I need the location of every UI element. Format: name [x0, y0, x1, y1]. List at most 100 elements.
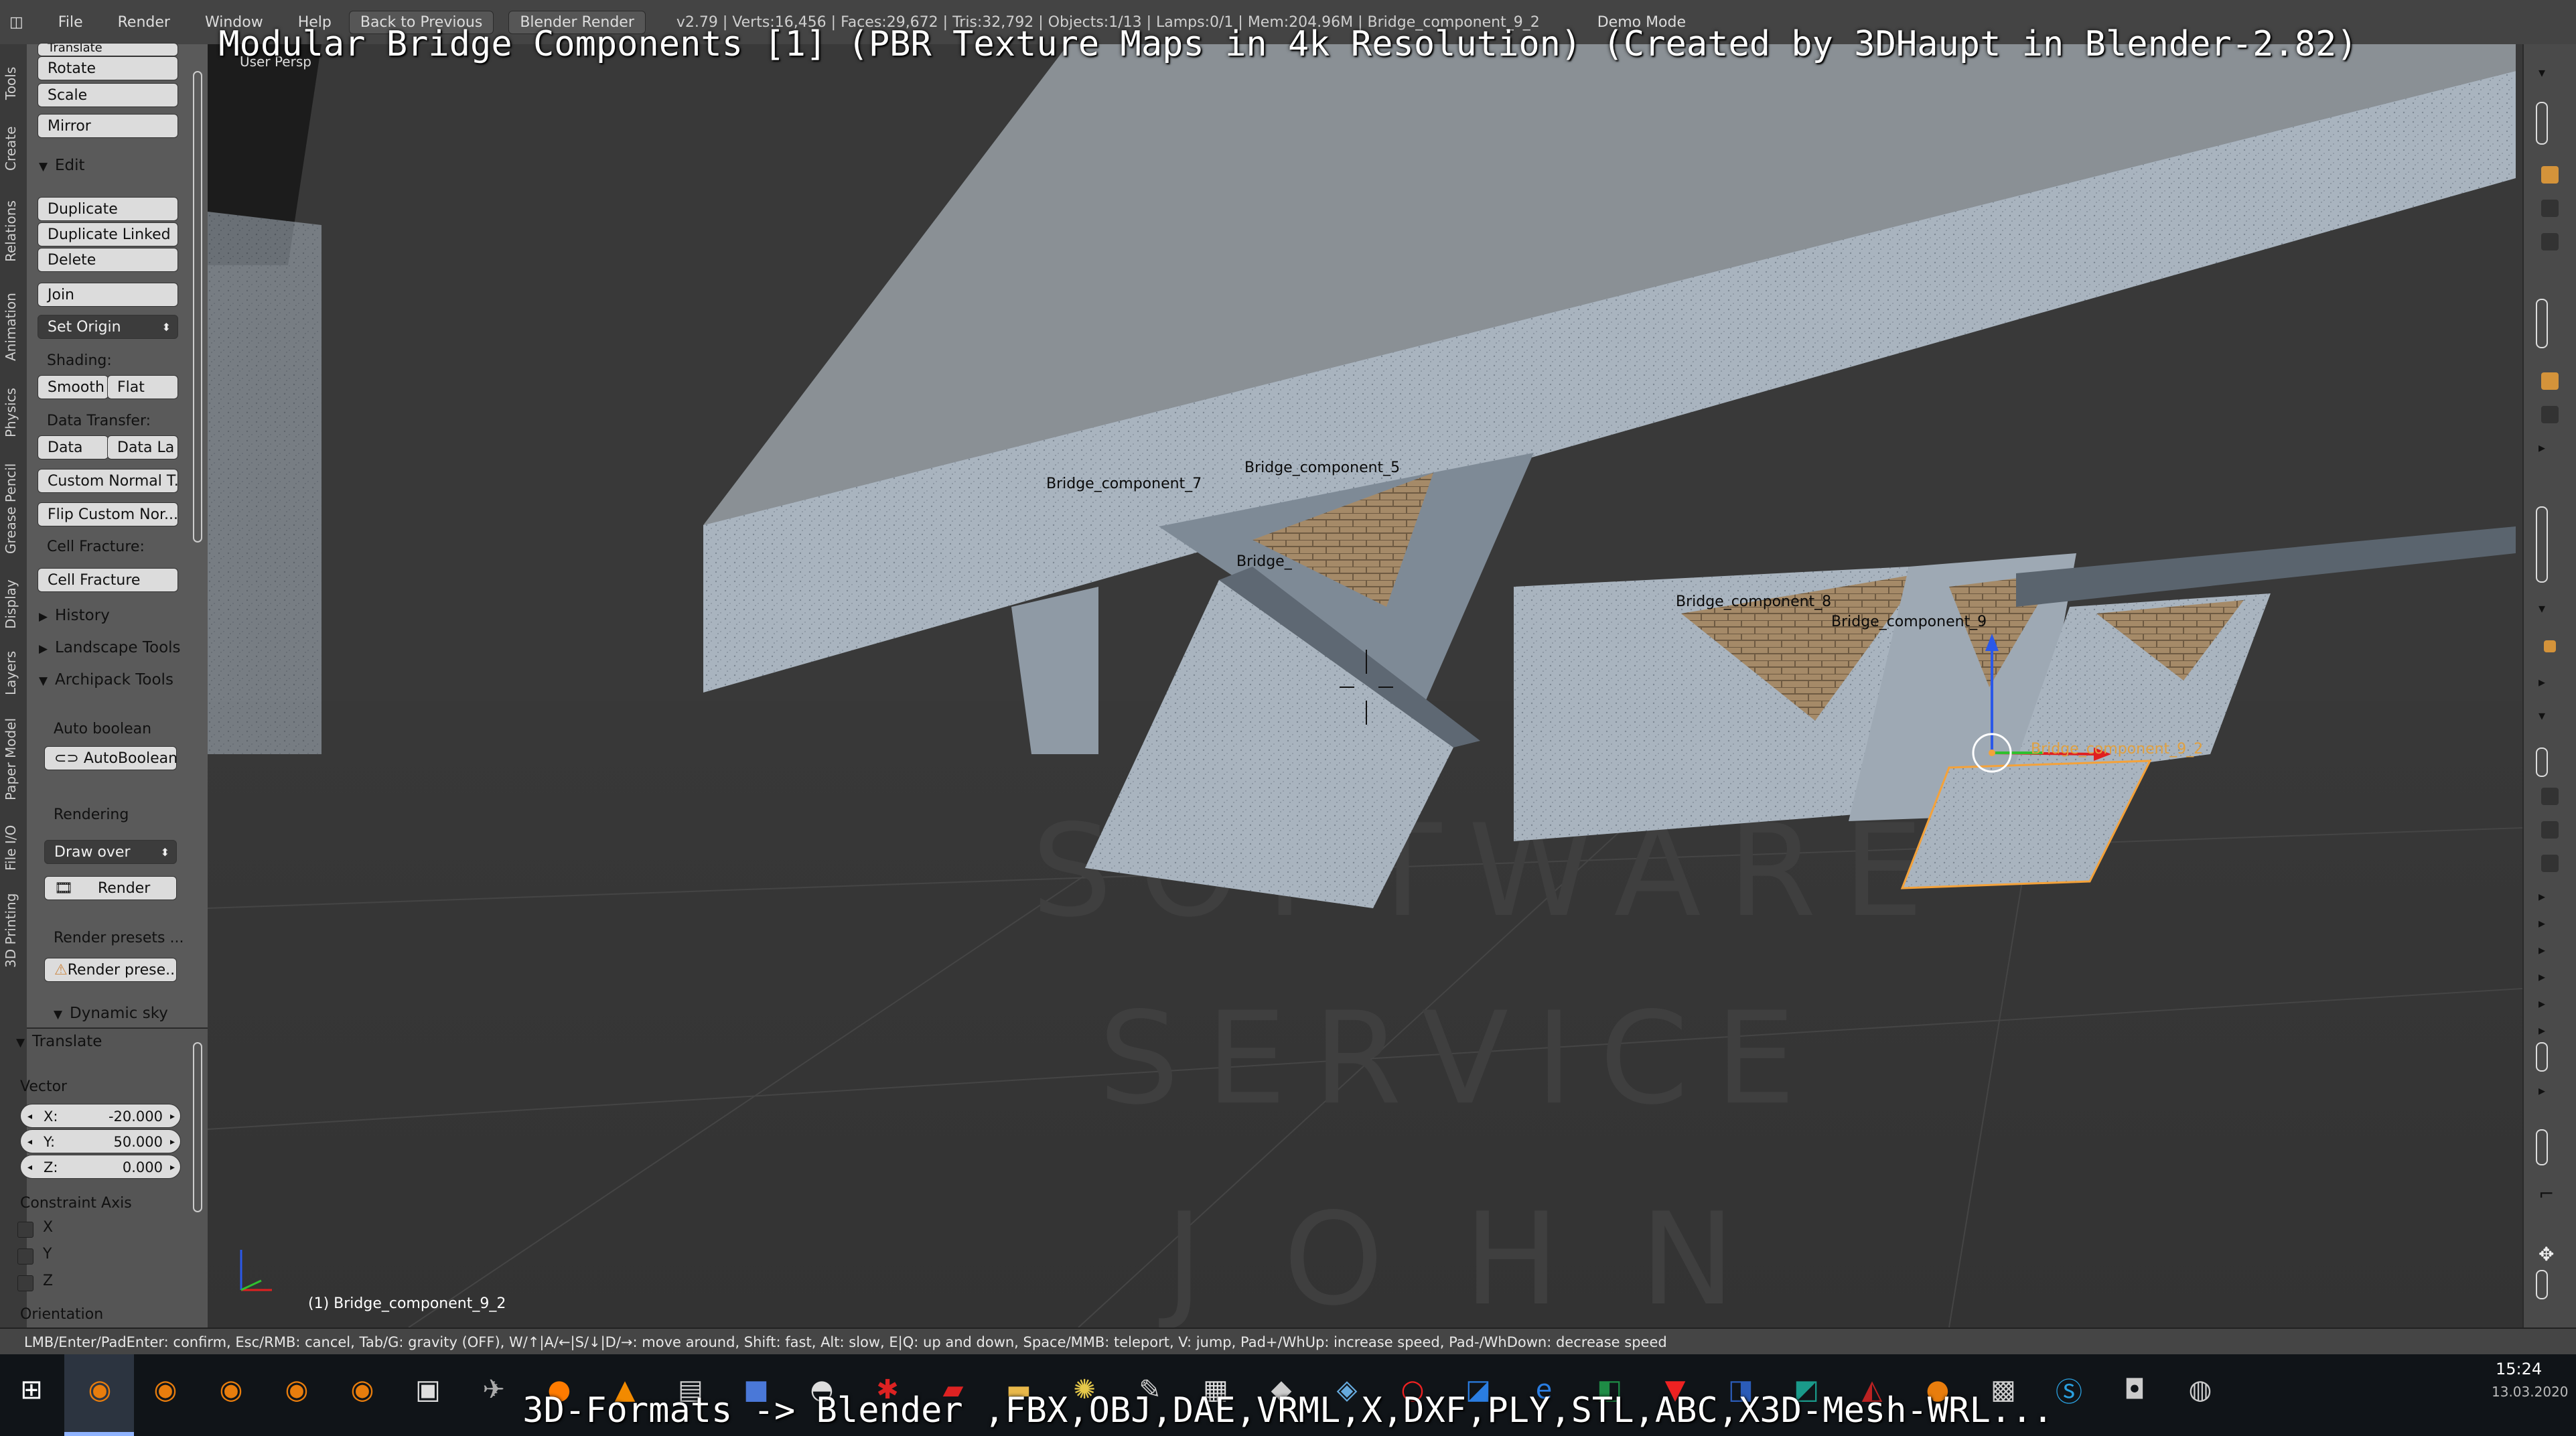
arrow-right-icon[interactable]: ▸ [2538, 439, 2545, 455]
move-icon[interactable]: ✥ [2538, 1243, 2554, 1265]
toggle-icon[interactable] [2541, 233, 2559, 250]
constraint-x-checkbox[interactable] [17, 1222, 33, 1238]
custom-normal-button[interactable]: Custom Normal T... [38, 469, 178, 493]
translate-operator-header[interactable]: ▼ Translate [16, 1033, 102, 1050]
duplicate-button[interactable]: Duplicate [38, 197, 178, 221]
mirror-button[interactable]: Mirror [38, 114, 178, 138]
constraint-x-label: X [43, 1219, 54, 1236]
updown-arrow-icon: ⬍ [161, 321, 171, 334]
arrow-down-icon[interactable]: ▾ [2538, 64, 2545, 80]
constraint-y-label: Y [43, 1246, 52, 1263]
scroll-handle[interactable] [2536, 102, 2548, 145]
right-arrow-icon: ▸ [169, 1111, 175, 1122]
smooth-button[interactable]: Smooth [38, 375, 109, 399]
toggle-icon[interactable] [2541, 855, 2559, 872]
history-panel-header[interactable]: ▶ History [39, 607, 110, 624]
tab-relations[interactable]: Relations [3, 188, 24, 275]
expanded-triangle-icon: ▼ [39, 160, 48, 173]
tab-grease-pencil[interactable]: Grease Pencil [3, 451, 24, 565]
toggle-icon[interactable] [2541, 200, 2559, 217]
archipack-tools-header[interactable]: ▼ Archipack Tools [39, 671, 173, 689]
object-label-component-9-2: Bridge_component_9_2 [2031, 741, 2204, 758]
arrow-right-icon[interactable]: ▸ [2538, 942, 2545, 958]
arrow-right-icon[interactable]: ▸ [2538, 915, 2545, 931]
cell-fracture-label: Cell Fracture: [47, 538, 145, 555]
tab-paper-model[interactable]: Paper Model [3, 709, 24, 809]
arrow-right-icon[interactable]: ▸ [2538, 968, 2545, 985]
draw-over-dropdown[interactable]: Draw over ⬍ [44, 840, 177, 864]
constraint-y-checkbox[interactable] [17, 1248, 33, 1265]
tab-tools[interactable]: Tools [3, 56, 24, 110]
shading-label: Shading: [47, 352, 112, 369]
tab-layers[interactable]: Layers [3, 643, 24, 703]
object-label-component-9: Bridge_component_9 [1831, 614, 1987, 630]
tab-physics[interactable]: Physics [3, 379, 24, 446]
auto-boolean-button[interactable]: ⊂⊃ AutoBoolean [44, 746, 177, 770]
vector-x-field[interactable]: ◂ X: -20.000 ▸ [20, 1104, 181, 1128]
render-presets-label: Render presets ... [54, 930, 184, 946]
active-object-label: (1) Bridge_component_9_2 [308, 1295, 506, 1312]
arrow-right-icon[interactable]: ▸ [2538, 995, 2545, 1011]
arrow-right-icon[interactable]: ▸ [2538, 888, 2545, 904]
cube-icon[interactable] [2544, 640, 2556, 652]
vector-y-field[interactable]: ◂ Y: 50.000 ▸ [20, 1129, 181, 1153]
duplicate-linked-button[interactable]: Duplicate Linked [38, 222, 178, 246]
y-axis-label: Y: [44, 1134, 56, 1150]
object-icon[interactable] [2541, 372, 2559, 390]
operator-scrollbar[interactable] [193, 1042, 202, 1212]
scroll-handle[interactable] [2536, 1129, 2548, 1165]
arrow-right-icon[interactable]: ▸ [2538, 674, 2545, 690]
tab-create[interactable]: Create [3, 115, 24, 182]
object-label-component-7: Bridge_component_7 [1046, 476, 1202, 492]
edit-panel-title: Edit [55, 157, 85, 174]
tab-animation[interactable]: Animation [3, 280, 24, 374]
scroll-handle[interactable] [2536, 1042, 2548, 1072]
data-transfer-button[interactable]: Data [38, 435, 109, 459]
flat-button[interactable]: Flat [107, 375, 178, 399]
scroll-handle[interactable] [2536, 506, 2548, 583]
toggle-icon[interactable] [2541, 788, 2559, 805]
right-arrow-icon: ▸ [169, 1137, 175, 1147]
z-axis-label: Z: [44, 1159, 58, 1175]
render-button[interactable]: 🎞 Render [44, 876, 177, 900]
arrow-down-icon[interactable]: ▾ [2538, 600, 2545, 616]
render-icon: 🎞 [54, 880, 78, 897]
clock-time[interactable]: 15:24 [2496, 1360, 2542, 1378]
flip-custom-normals-button[interactable]: Flip Custom Nor... [38, 502, 178, 526]
delete-button[interactable]: Delete [38, 248, 178, 272]
scroll-handle[interactable] [2536, 1270, 2548, 1299]
set-origin-label: Set Origin [48, 319, 121, 336]
render-presets-button[interactable]: ⚠Render prese... [44, 958, 177, 982]
tab-file-io[interactable]: File I/O [3, 814, 24, 881]
x-axis-label: X: [44, 1108, 58, 1125]
arrow-right-icon[interactable]: ▸ [2538, 1082, 2545, 1098]
left-arrow-icon: ◂ [27, 1111, 33, 1122]
scroll-handle[interactable] [2536, 747, 2548, 777]
arrow-down-icon[interactable]: ▾ [2538, 707, 2545, 723]
tab-3d-printing[interactable]: 3D Printing [3, 887, 24, 974]
vector-label: Vector [20, 1078, 68, 1095]
set-origin-dropdown[interactable]: Set Origin ⬍ [38, 315, 178, 339]
cursor-icon[interactable]: ⌐ [2538, 1183, 2554, 1205]
constraint-z-checkbox[interactable] [17, 1275, 33, 1291]
scale-button[interactable]: Scale [38, 83, 178, 107]
cell-fracture-button[interactable]: Cell Fracture [38, 568, 178, 592]
toolshelf-scrollbar[interactable] [193, 71, 202, 543]
x-value: -20.000 [108, 1108, 163, 1125]
tab-display[interactable]: Display [3, 571, 24, 638]
right-arrow-icon: ▸ [169, 1162, 175, 1173]
3d-viewport[interactable]: SOFTWARE SERVICE JOHN User Persp Bridge_… [208, 44, 2522, 1327]
landscape-tools-header[interactable]: ▶ Landscape Tools [39, 639, 181, 656]
draw-over-label: Draw over [54, 844, 131, 861]
data-layout-button[interactable]: Data La [107, 435, 178, 459]
dynamic-sky-header[interactable]: ▼ Dynamic sky [54, 1005, 168, 1022]
arrow-right-icon[interactable]: ▸ [2538, 1022, 2545, 1038]
toggle-icon[interactable] [2541, 821, 2559, 839]
join-button[interactable]: Join [38, 283, 178, 307]
scroll-handle[interactable] [2536, 299, 2548, 348]
toggle-icon[interactable] [2541, 406, 2559, 423]
vector-z-field[interactable]: ◂ Z: 0.000 ▸ [20, 1155, 181, 1179]
object-icon[interactable] [2541, 166, 2559, 184]
collapsed-triangle-icon: ▶ [39, 642, 48, 656]
edit-panel-header[interactable]: ▼ Edit [39, 157, 85, 174]
